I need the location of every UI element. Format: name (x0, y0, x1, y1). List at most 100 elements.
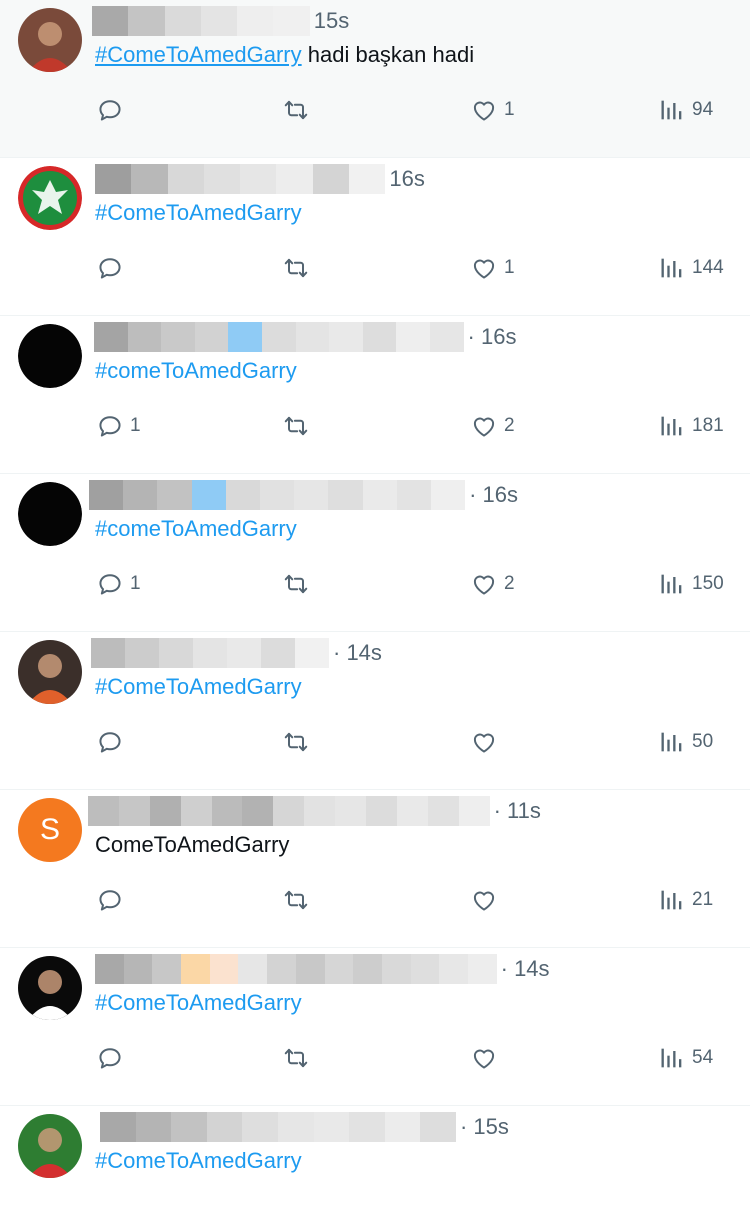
views-icon (658, 886, 686, 914)
tweet-actions: 1 2 150 (0, 566, 750, 602)
hashtag-link[interactable]: #comeToAmedGarry (95, 358, 297, 383)
flag-photo-avatar[interactable] (18, 1114, 82, 1178)
letter-avatar[interactable]: S (18, 798, 82, 862)
reply-icon (96, 412, 124, 440)
hashtag-link[interactable]: #ComeToAmedGarry (95, 990, 302, 1015)
tweet-text: #ComeToAmedGarry (95, 198, 302, 228)
like-button[interactable]: 2 (470, 566, 515, 602)
views-button[interactable]: 181 (658, 408, 724, 444)
like-button[interactable] (470, 724, 504, 760)
tweet-text: #ComeToAmedGarry (95, 672, 302, 702)
tweet[interactable]: 15s #ComeToAmedGarry hadi başkan hadi 1 94 (0, 0, 750, 158)
eagle-photo-avatar[interactable] (18, 640, 82, 704)
like-count: 1 (504, 257, 515, 278)
tweet[interactable]: S · 11s ComeToAmedGarry 21 (0, 790, 750, 948)
reply-button[interactable] (96, 250, 130, 286)
blurred-username[interactable] (89, 480, 466, 510)
reply-button[interactable] (96, 882, 130, 918)
blurred-username[interactable] (92, 6, 310, 36)
tweet-body: hadi başkan hadi (301, 42, 475, 67)
retweet-icon (282, 412, 310, 440)
tweet[interactable]: · 16s #comeToAmedGarry 1 2 150 (0, 474, 750, 632)
tweet-actions: 54 (0, 1040, 750, 1076)
blurred-username[interactable] (88, 796, 490, 826)
views-button[interactable]: 150 (658, 566, 724, 602)
reply-button[interactable]: 1 (96, 408, 141, 444)
views-icon (658, 96, 686, 124)
views-icon (658, 728, 686, 756)
blurred-username[interactable] (95, 954, 497, 984)
tweet-text: #comeToAmedGarry (95, 356, 297, 386)
tweet[interactable]: · 14s #ComeToAmedGarry 54 (0, 948, 750, 1106)
retweet-button[interactable] (282, 250, 316, 286)
hashtag-link[interactable]: #ComeToAmedGarry (95, 42, 302, 67)
reply-icon (96, 1044, 124, 1072)
retweet-button[interactable] (282, 408, 316, 444)
retweet-button[interactable] (282, 882, 316, 918)
tweet-feed: 15s #ComeToAmedGarry hadi başkan hadi 1 94 1… (0, 0, 750, 1226)
retweet-button[interactable] (282, 1040, 316, 1076)
retweet-button[interactable] (282, 92, 316, 128)
reply-count: 1 (130, 573, 141, 594)
club-crest-avatar[interactable] (18, 166, 82, 230)
hashtag-link[interactable]: #comeToAmedGarry (95, 516, 297, 541)
blurred-username[interactable] (95, 164, 386, 194)
like-button[interactable]: 1 (470, 92, 515, 128)
reply-button[interactable]: 1 (96, 566, 141, 602)
views-button[interactable]: 54 (658, 1040, 713, 1076)
timestamp[interactable]: · 16s (469, 482, 518, 508)
timestamp[interactable]: · 15s (460, 1114, 509, 1140)
blurred-username[interactable] (91, 638, 329, 668)
reply-count: 1 (130, 415, 141, 436)
reply-button[interactable] (96, 724, 130, 760)
timestamp[interactable]: · 16s (468, 324, 517, 350)
blurred-username[interactable] (94, 322, 464, 352)
like-button[interactable]: 2 (470, 408, 515, 444)
views-button[interactable]: 144 (658, 250, 724, 286)
views-button[interactable]: 21 (658, 882, 713, 918)
views-button[interactable]: 94 (658, 92, 713, 128)
views-button[interactable]: 50 (658, 724, 713, 760)
retweet-button[interactable] (282, 724, 316, 760)
person-photo-avatar[interactable] (18, 8, 82, 72)
timestamp[interactable]: · 14s (501, 956, 550, 982)
heart-icon (470, 412, 498, 440)
retweet-button[interactable] (282, 566, 316, 602)
black-avatar[interactable] (18, 482, 82, 546)
tweet-actions: 1 144 (0, 250, 750, 286)
reply-button[interactable] (96, 92, 130, 128)
tweet[interactable]: · 16s #comeToAmedGarry 1 2 181 (0, 316, 750, 474)
hashtag-link[interactable]: #ComeToAmedGarry (95, 674, 302, 699)
blurred-username[interactable] (100, 1112, 456, 1142)
like-button[interactable] (470, 1040, 504, 1076)
like-button[interactable]: 1 (470, 250, 515, 286)
tweet-text: #ComeToAmedGarry (95, 1146, 302, 1176)
like-count: 1 (504, 99, 515, 120)
tweet[interactable]: · 15s #ComeToAmedGarry (0, 1106, 750, 1226)
timestamp[interactable]: 15s (314, 8, 349, 34)
views-count: 94 (692, 99, 714, 120)
tweet-actions: 1 2 181 (0, 408, 750, 444)
heart-icon (470, 728, 498, 756)
tweet-text: ComeToAmedGarry (95, 830, 289, 860)
tweet[interactable]: 16s #ComeToAmedGarry 1 144 (0, 158, 750, 316)
timestamp[interactable]: · 11s (494, 798, 541, 824)
silhouette-photo-avatar[interactable] (18, 956, 82, 1020)
hashtag-link[interactable]: #ComeToAmedGarry (95, 200, 302, 225)
views-count: 150 (692, 573, 724, 594)
retweet-icon (282, 96, 310, 124)
hashtag-link[interactable]: #ComeToAmedGarry (95, 1148, 302, 1173)
like-button[interactable] (470, 882, 504, 918)
black-avatar[interactable] (18, 324, 82, 388)
views-icon (658, 570, 686, 598)
reply-icon (96, 254, 124, 282)
timestamp[interactable]: · 14s (333, 640, 382, 666)
views-count: 144 (692, 257, 724, 278)
tweet-header: · 16s (94, 322, 516, 352)
tweet-header: 16s (95, 164, 425, 194)
tweet[interactable]: · 14s #ComeToAmedGarry 50 (0, 632, 750, 790)
reply-button[interactable] (96, 1040, 130, 1076)
tweet-header: · 16s (89, 480, 518, 510)
like-count: 2 (504, 415, 515, 436)
timestamp[interactable]: 16s (389, 166, 424, 192)
